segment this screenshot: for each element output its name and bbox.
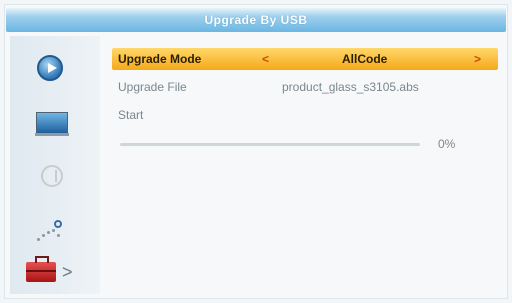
tv-icon[interactable]	[35, 112, 69, 136]
start-button[interactable]: Start	[118, 108, 143, 122]
chevron-left-icon[interactable]: <	[262, 52, 269, 66]
upgrade-mode-row[interactable]: Upgrade Mode < AllCode >	[112, 48, 498, 70]
upgrade-mode-value: AllCode	[342, 52, 388, 66]
selected-arrow-icon: >	[62, 262, 73, 282]
globe-icon[interactable]	[41, 165, 63, 187]
chevron-right-icon[interactable]: >	[474, 52, 481, 66]
progress-percent: 0%	[438, 137, 456, 151]
title-bar: Upgrade By USB	[6, 8, 506, 32]
upgrade-file-label[interactable]: Upgrade File	[118, 80, 187, 94]
window-title: Upgrade By USB	[204, 13, 308, 27]
sidebar: >	[10, 36, 100, 294]
play-icon[interactable]	[37, 55, 63, 81]
upgrade-file-value: product_glass_s3105.abs	[282, 80, 419, 94]
toolbox-icon[interactable]	[26, 256, 56, 282]
upgrade-mode-label: Upgrade Mode	[118, 52, 202, 66]
progress-bar	[120, 143, 420, 146]
tools-icon[interactable]	[35, 220, 67, 244]
